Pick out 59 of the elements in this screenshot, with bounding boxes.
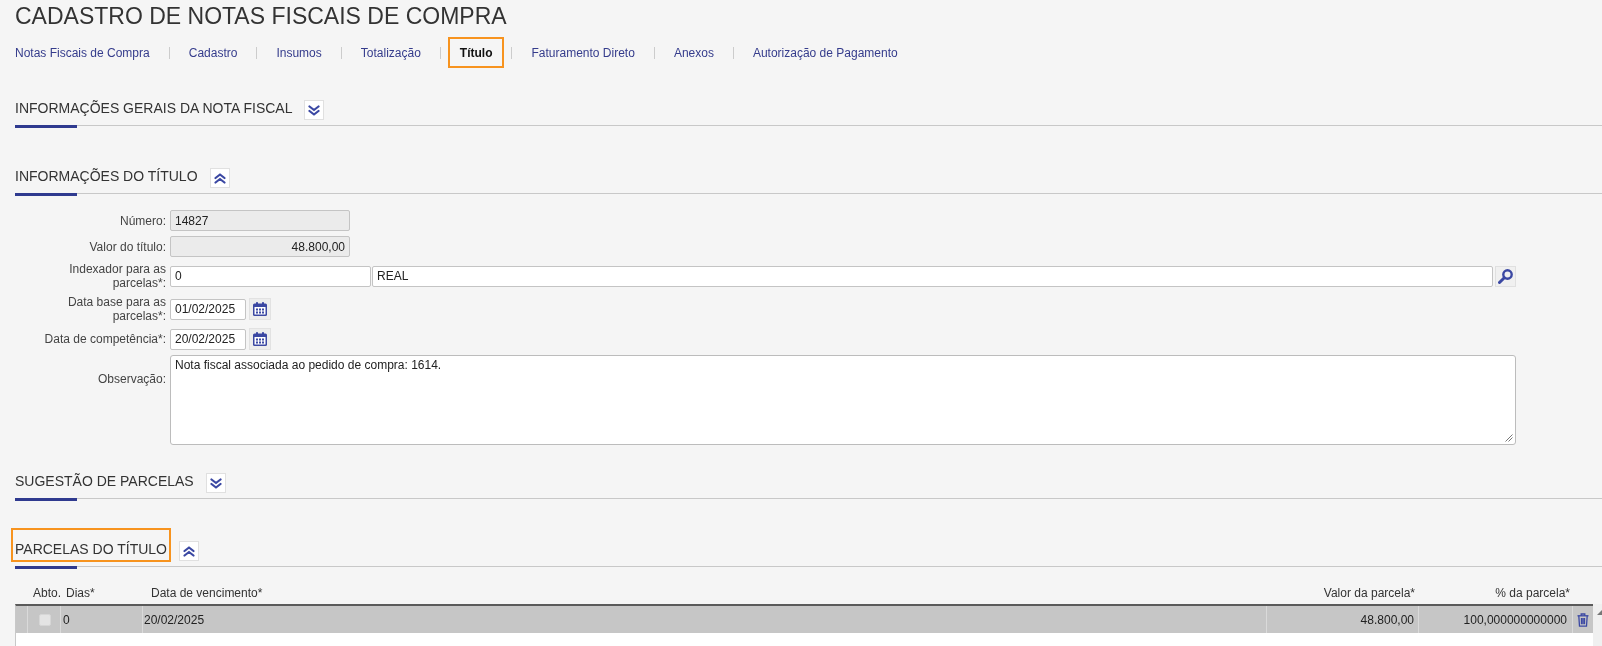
table-cell: 100,000000000000	[1419, 606, 1573, 633]
section-title: PARCELAS DO TÍTULO	[15, 540, 167, 558]
table-cell: 20/02/2025	[143, 606, 1267, 633]
tab[interactable]: Insumos	[264, 37, 334, 68]
page-title: CADASTRO DE NOTAS FISCAIS DE COMPRA	[15, 3, 507, 29]
tab[interactable]: Título	[447, 37, 505, 68]
tab[interactable]: Notas Fiscais de Compra	[3, 37, 162, 68]
calendar-icon	[253, 332, 267, 346]
column-header: Abto.	[33, 585, 62, 602]
code-input[interactable]: 0	[170, 265, 371, 287]
field-label: Número:	[120, 213, 166, 228]
section-title: INFORMAÇÕES DO TÍTULO	[15, 167, 198, 185]
description-input[interactable]: REAL	[372, 265, 1493, 287]
search-icon	[1498, 268, 1513, 284]
search-button[interactable]	[1495, 265, 1516, 287]
scroll-up-arrow-icon[interactable]	[1597, 610, 1602, 615]
double-chevron-up-icon	[182, 545, 195, 557]
field-label: Observação:	[97, 372, 166, 386]
section-accent-bar	[15, 125, 77, 128]
section-accent-bar	[15, 566, 77, 569]
column-header: Dias*	[66, 585, 95, 602]
section-title: INFORMAÇÕES GERAIS DA NOTA FISCAL	[15, 99, 293, 117]
collapse-toggle-button[interactable]	[209, 168, 230, 188]
checkbox[interactable]	[39, 613, 51, 626]
collapse-toggle-button[interactable]	[205, 473, 226, 493]
double-chevron-up-icon	[213, 172, 226, 184]
date-input[interactable]: 20/02/2025	[170, 328, 246, 350]
date-input[interactable]: 01/02/2025	[170, 298, 246, 320]
field-label: Indexador para as parcelas*:	[68, 262, 166, 290]
tab[interactable]: Autorização de Pagamento	[740, 37, 910, 68]
amount-field: 48.800,00	[170, 236, 350, 257]
table-cell: 48.800,00	[1267, 606, 1419, 633]
field-label: Valor do título:	[89, 239, 166, 254]
double-chevron-down-icon	[209, 477, 222, 489]
collapse-toggle-button[interactable]	[304, 100, 325, 120]
field-label: Data de competência*:	[44, 332, 166, 346]
field-label: Data base para as parcelas*:	[66, 295, 166, 323]
calendar-button[interactable]	[249, 298, 271, 320]
section-title: SUGESTÃO DE PARCELAS	[15, 472, 194, 490]
table-cell: 0	[61, 606, 143, 633]
column-header: Data de vencimento*	[151, 585, 263, 602]
section-accent-bar	[15, 193, 77, 196]
scrollbar[interactable]	[1593, 604, 1602, 646]
tab[interactable]: Faturamento Direto	[519, 37, 647, 68]
calendar-button[interactable]	[249, 328, 271, 350]
number-field: 14827	[170, 210, 350, 231]
tab[interactable]: Cadastro	[176, 37, 250, 68]
double-chevron-down-icon	[308, 104, 321, 116]
column-header: % da parcela*	[1495, 585, 1570, 602]
calendar-icon	[253, 302, 267, 316]
tab[interactable]: Totalização	[348, 37, 433, 68]
observation-textarea[interactable]: Nota fiscal associada ao pedido de compra: 1614.	[170, 355, 1516, 445]
resize-grip-icon[interactable]	[1505, 434, 1513, 442]
table-row[interactable]: 0 20/02/2025 48.800,00 100,000000000000	[16, 606, 1593, 633]
collapse-toggle-button[interactable]	[178, 541, 199, 561]
tab[interactable]: Anexos	[661, 37, 726, 68]
trash-icon[interactable]	[1577, 612, 1589, 627]
section-accent-bar	[15, 498, 77, 501]
column-header: Valor da parcela*	[1323, 585, 1415, 602]
